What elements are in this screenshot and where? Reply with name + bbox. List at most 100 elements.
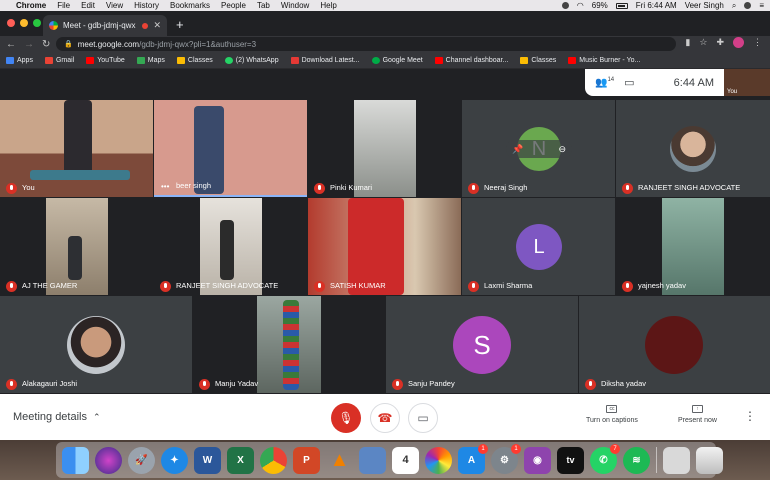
launchpad-icon[interactable]: 🚀 [128, 446, 155, 474]
participant-tile[interactable]: RANJEET SINGH ADVOCATE [154, 198, 307, 295]
participant-tile[interactable]: ••• beer singh [154, 100, 307, 197]
bookmark-star-icon[interactable]: ☆ [699, 37, 707, 48]
microphone-toggle-button[interactable]: 🎙 [331, 403, 361, 433]
participant-tile[interactable]: L Laxmi Sharma [462, 198, 615, 295]
meeting-details-button[interactable]: Meeting details [13, 411, 87, 423]
address-bar[interactable]: 🔒 meet.google.com /gdb-jdmj-qwx?pli=1&au… [56, 37, 676, 51]
camera-in-use-icon[interactable]: ▮ [685, 37, 690, 48]
finder-icon[interactable] [62, 446, 89, 474]
preview-icon[interactable] [359, 446, 386, 474]
bookmark-whatsapp[interactable]: (2) WhatsApp [224, 56, 279, 64]
menu-help[interactable]: Help [320, 1, 336, 10]
bookmark-music-burner[interactable]: Music Burner - Yo... [568, 56, 640, 64]
more-options-icon[interactable]: ⋮ [744, 410, 756, 422]
spotify-icon[interactable]: ≋ [623, 446, 650, 474]
remove-icon[interactable]: ⊖ [558, 144, 566, 155]
leave-call-button[interactable]: ☎ [370, 403, 400, 433]
back-icon[interactable]: ← [6, 39, 16, 50]
url-path: /gdb-jdmj-qwx?pli=1&authuser=3 [139, 39, 257, 49]
muted-mic-icon [314, 281, 325, 292]
search-icon[interactable]: ⌕ [732, 1, 736, 11]
forward-icon[interactable]: → [24, 39, 34, 50]
downloads-stack-icon[interactable] [663, 446, 690, 474]
control-center-icon[interactable]: ≡ [759, 1, 764, 10]
calendar-icon[interactable]: 4 [392, 446, 419, 474]
participant-tile[interactable]: Manju Yadav [193, 296, 385, 393]
chevron-up-icon[interactable]: ⌃ [93, 412, 101, 423]
participant-tile[interactable]: Diksha yadav [579, 296, 770, 393]
self-view-thumbnail[interactable]: You [724, 69, 770, 96]
captions-button[interactable]: cc Turn on captions [586, 405, 638, 424]
bookmark-classes[interactable]: Classes [176, 56, 213, 64]
zoom-window-button[interactable] [33, 19, 41, 27]
participant-tile[interactable]: yajnesh yadav [616, 198, 770, 295]
podcasts-icon[interactable]: ◉ [524, 446, 551, 474]
menu-chrome[interactable]: Chrome [16, 1, 46, 10]
menu-people[interactable]: People [221, 1, 246, 10]
participant-tile[interactable]: Alakagauri Joshi [0, 296, 192, 393]
bookmark-classes-2[interactable]: Classes [520, 56, 556, 64]
photos-icon[interactable] [425, 446, 452, 474]
chrome-icon[interactable] [260, 446, 287, 474]
bookmark-download-latest[interactable]: Download Latest... [290, 56, 360, 64]
bookmark-gmail[interactable]: Gmail [44, 56, 74, 64]
apple-tv-icon[interactable]: tv [557, 446, 584, 474]
bookmark-channel-dashboard[interactable]: Channel dashboar... [434, 56, 508, 64]
bookmark-maps[interactable]: Maps [136, 56, 165, 64]
wifi-icon[interactable]: ◠ [577, 1, 584, 10]
powerpoint-icon[interactable]: P [293, 446, 320, 474]
participant-tile[interactable]: N 📌 ⊖ Neeraj Singh [462, 100, 615, 197]
avatar-letter: L [533, 235, 545, 258]
menubar-clock[interactable]: Fri 6:44 AM [636, 1, 677, 10]
participant-name: Pinki Kumari [330, 183, 373, 192]
extensions-icon[interactable]: ✚ [716, 37, 724, 48]
bookmark-google-meet[interactable]: Google Meet [371, 56, 423, 64]
system-preferences-icon[interactable]: ⚙ 1 [491, 443, 521, 474]
present-now-button[interactable]: ↑ Present now [678, 405, 717, 424]
excel-icon[interactable]: X [227, 446, 254, 474]
app-store-icon[interactable]: A1 [458, 443, 488, 474]
profile-avatar[interactable] [733, 37, 744, 48]
menu-edit[interactable]: Edit [81, 1, 95, 10]
close-window-button[interactable] [7, 19, 15, 27]
camera-toggle-button[interactable]: ▭ [408, 403, 438, 433]
battery-icon[interactable] [615, 2, 628, 9]
reload-icon[interactable]: ↻ [42, 39, 50, 50]
menu-tab[interactable]: Tab [257, 1, 270, 10]
bookmark-youtube[interactable]: YouTube [86, 56, 125, 64]
minimize-window-button[interactable] [20, 19, 28, 27]
chat-icon[interactable]: ▭ [624, 76, 634, 89]
participant-name: You [22, 183, 35, 192]
sync-icon[interactable] [561, 2, 569, 9]
participant-tile[interactable]: You [0, 100, 153, 197]
meeting-clock: 6:44 AM [673, 76, 714, 89]
safari-icon[interactable]: ✦ [161, 446, 188, 474]
menubar-user[interactable]: Veer Singh [685, 1, 724, 10]
menu-bookmarks[interactable]: Bookmarks [170, 1, 210, 10]
menu-history[interactable]: History [134, 1, 159, 10]
new-tab-button[interactable]: + [176, 18, 184, 31]
pin-icon[interactable]: 📌 [512, 144, 523, 155]
siri-icon[interactable] [744, 2, 752, 9]
lock-icon[interactable]: 🔒 [64, 40, 73, 48]
participant-tile[interactable]: SATISH KUMAR [308, 198, 461, 295]
menu-file[interactable]: File [57, 1, 70, 10]
menu-window[interactable]: Window [281, 1, 309, 10]
whatsapp-icon[interactable]: ✆ 7 [590, 443, 620, 474]
trash-icon[interactable] [696, 446, 723, 474]
captions-label: Turn on captions [586, 417, 638, 424]
siri-icon[interactable] [95, 446, 122, 474]
participant-tile[interactable]: Pinki Kumari [308, 100, 461, 197]
vlc-icon[interactable]: ▲ [326, 447, 353, 474]
tab-meet[interactable]: Meet - gdb-jdmj-qwx ✕ [43, 15, 167, 36]
word-icon[interactable]: W [194, 446, 221, 474]
bookmark-apps[interactable]: Apps [6, 56, 33, 64]
menu-view[interactable]: View [106, 1, 123, 10]
participant-tile[interactable]: S Sanju Pandey [386, 296, 578, 393]
meet-stage: 👥14 ▭ 6:44 AM You You ••• beer singh Pin… [0, 69, 770, 394]
chrome-menu-icon[interactable]: ⋮ [753, 37, 762, 48]
participants-button[interactable]: 👥14 [595, 77, 614, 88]
participant-tile[interactable]: RANJEET SINGH ADVOCATE [616, 100, 770, 197]
participant-tile[interactable]: AJ THE GAMER [0, 198, 153, 295]
close-tab-icon[interactable]: ✕ [153, 20, 161, 31]
